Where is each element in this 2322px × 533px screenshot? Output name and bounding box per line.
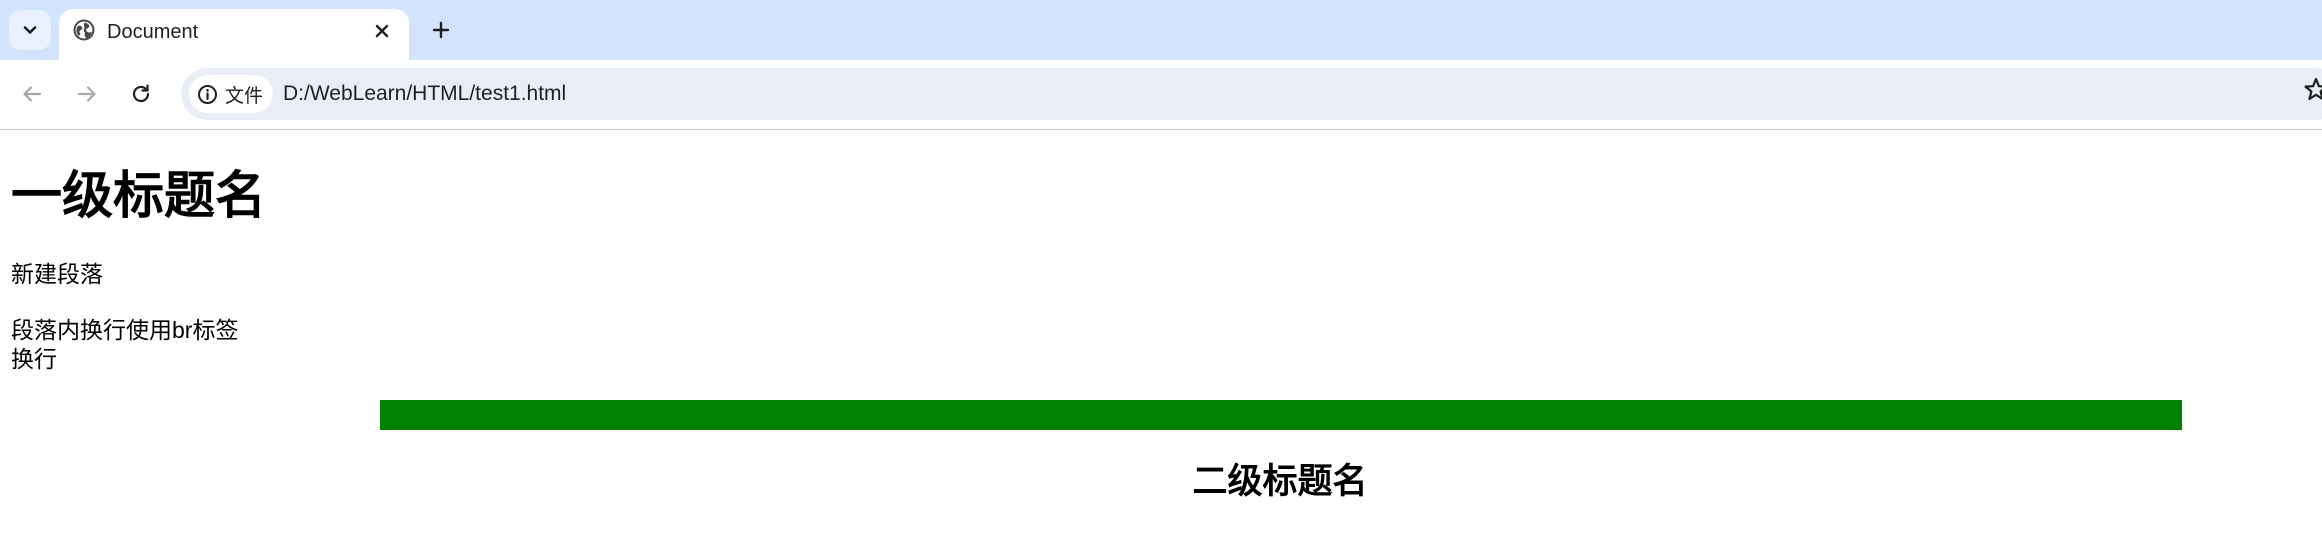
star-icon[interactable] bbox=[2302, 76, 2322, 104]
forward-button[interactable] bbox=[70, 77, 104, 111]
site-info-label: 文件 bbox=[225, 85, 264, 107]
paragraph-new: 新建段落 bbox=[11, 261, 103, 287]
active-tab[interactable]: Document bbox=[59, 9, 409, 60]
arrow-right-icon bbox=[77, 86, 96, 102]
info-icon bbox=[198, 84, 217, 104]
globe-icon bbox=[73, 19, 95, 41]
address-bar[interactable]: 文件 D:/WebLearn/HTML/test1.html bbox=[181, 68, 2322, 120]
reload-button[interactable] bbox=[124, 77, 158, 111]
page-content: 一级标题名 新建段落 段落内换行使用br标签 换行 二级标题名 bbox=[0, 130, 2322, 533]
horizontal-rule bbox=[380, 400, 2182, 430]
heading-level-2: 二级标题名 bbox=[1192, 462, 1368, 501]
back-button[interactable] bbox=[15, 77, 49, 111]
paragraph-line-1: 段落内换行使用br标签 bbox=[11, 317, 239, 343]
site-info-button[interactable]: 文件 bbox=[189, 75, 274, 113]
tab-close-button[interactable] bbox=[369, 18, 395, 44]
paragraph-line-2: 换行 bbox=[11, 346, 57, 372]
plus-icon bbox=[432, 21, 450, 39]
reload-icon bbox=[132, 84, 150, 103]
close-icon bbox=[375, 24, 389, 38]
tab-search-button[interactable] bbox=[9, 10, 51, 50]
chevron-down-icon bbox=[23, 26, 37, 34]
arrow-left-icon bbox=[23, 86, 42, 102]
tab-strip: Document bbox=[0, 0, 2322, 60]
new-tab-button[interactable] bbox=[423, 12, 459, 48]
heading-level-1: 一级标题名 bbox=[11, 167, 267, 224]
paragraph-with-line-break: 段落内换行使用br标签 换行 bbox=[11, 316, 238, 374]
tab-title: Document bbox=[107, 21, 199, 43]
url-text[interactable]: D:/WebLearn/HTML/test1.html bbox=[283, 82, 566, 106]
browser-toolbar: 文件 D:/WebLearn/HTML/test1.html bbox=[0, 60, 2322, 130]
